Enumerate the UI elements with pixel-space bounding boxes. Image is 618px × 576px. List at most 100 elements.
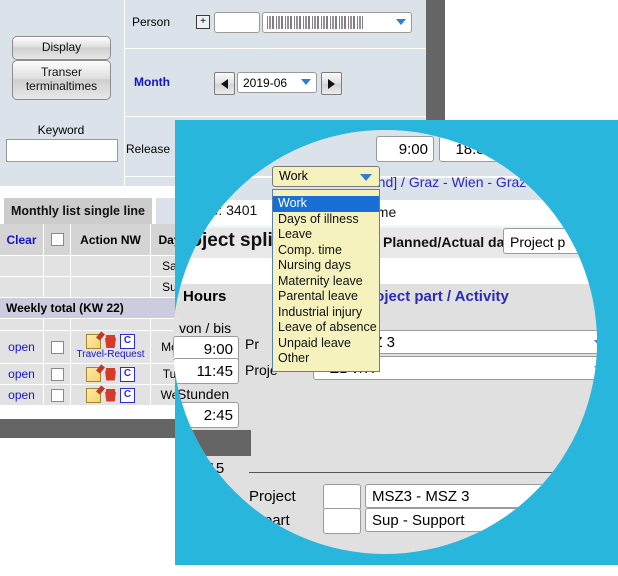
keyword-label: Keyword <box>37 123 85 137</box>
open-link[interactable]: open <box>0 331 44 364</box>
action-cell <box>71 277 151 298</box>
action-cell: C <box>71 385 151 406</box>
edit-icon[interactable] <box>86 387 101 403</box>
copy-icon[interactable]: C <box>120 387 135 403</box>
horizontal-divider-bar <box>0 419 180 438</box>
magnified-dark-divider <box>173 430 251 456</box>
magnified-stunden-input[interactable]: 2:45 <box>173 402 239 428</box>
action-column-header: Action NW <box>71 224 151 256</box>
month-next-button[interactable] <box>321 72 342 95</box>
chevron-down-icon[interactable] <box>594 366 597 373</box>
option-other[interactable]: Other <box>273 351 379 367</box>
checkbox-cell <box>44 256 71 277</box>
open-link[interactable]: open <box>0 385 44 406</box>
magnified-project-row-label: Pr <box>245 336 259 352</box>
month-previous-button[interactable] <box>214 72 235 95</box>
person-code-input[interactable] <box>214 12 260 33</box>
checkbox-icon[interactable] <box>50 388 64 402</box>
option-industrial-injury[interactable]: Industrial injury <box>273 305 379 321</box>
option-days-of-illness[interactable]: Days of illness <box>273 212 379 228</box>
magnified-project-part-value[interactable]: Sup - Support <box>365 508 597 532</box>
option-parental-leave[interactable]: Parental leave <box>273 289 379 305</box>
magnified-planned-actual-label: Planned/Actual data <box>383 234 517 250</box>
row-checkbox[interactable] <box>44 385 71 406</box>
month-select-value: 2019-06 <box>243 76 288 90</box>
tab-monthly-list-single-line[interactable]: Monthly list single line <box>4 198 152 224</box>
magnified-to-time[interactable]: 18:30 <box>439 136 499 162</box>
person-expand-icon[interactable]: + <box>196 15 210 29</box>
option-nursing-days[interactable]: Nursing days <box>273 258 379 274</box>
spacer-cell <box>0 319 44 331</box>
white-background-bottom <box>0 438 180 576</box>
option-comp-time[interactable]: Comp. time <box>273 243 379 259</box>
option-maternity-leave[interactable]: Maternity leave <box>273 274 379 290</box>
spacer-cell <box>71 319 151 331</box>
form-row-divider <box>124 48 426 49</box>
magnified-from-time[interactable]: 9:00 <box>376 136 434 162</box>
magnified-project-value[interactable]: MSZ3 - MSZ 3 <box>365 484 597 508</box>
working-type-select[interactable]: Work <box>272 166 380 187</box>
travel-request-link[interactable]: Travel-Request <box>71 349 150 360</box>
magnified-project-part-code-input[interactable] <box>323 508 361 534</box>
form-row-divider <box>124 116 426 117</box>
person-label: Person <box>131 15 170 29</box>
chevron-down-icon[interactable] <box>360 174 372 181</box>
option-unpaid-leave[interactable]: Unpaid leave <box>273 336 379 352</box>
option-leave-of-absence[interactable]: Leave of absence <box>273 320 379 336</box>
month-label: Month <box>134 75 170 89</box>
magnified-bis-input[interactable]: 11:45 <box>173 358 239 384</box>
magnified-von-bis-label: von / bis <box>179 320 232 336</box>
magnified-project-part-label: Project part <box>213 512 290 529</box>
checkbox-icon[interactable] <box>50 367 64 381</box>
checkbox-icon[interactable] <box>50 340 64 354</box>
row-checkbox[interactable] <box>44 364 71 385</box>
white-background-right <box>445 0 618 120</box>
magnified-break-time[interactable]: 1:00 <box>504 136 564 162</box>
checkbox-cell <box>44 277 71 298</box>
chevron-down-icon[interactable] <box>594 340 597 347</box>
spacer-cell <box>44 319 71 331</box>
delete-icon[interactable] <box>105 335 116 348</box>
working-type-selected-value: Work <box>279 169 308 183</box>
option-leave[interactable]: Leave <box>273 227 379 243</box>
clear-cell <box>0 277 44 298</box>
barcode-placeholder-icon <box>267 16 363 29</box>
row-checkbox[interactable] <box>44 331 71 364</box>
action-cell: C <box>71 364 151 385</box>
chevron-down-icon[interactable] <box>301 79 311 85</box>
vertical-divider-bar <box>426 0 445 124</box>
magnified-stunden-label: Stunden <box>177 386 230 402</box>
magnified-planned-actual-select[interactable]: Project p <box>503 228 597 254</box>
action-cell <box>71 256 151 277</box>
triangle-right-icon <box>328 78 335 89</box>
delete-icon[interactable] <box>105 388 116 402</box>
magnified-route-text: nland] / Graz - Wien - Graz / K <box>359 174 548 190</box>
working-type-option-list[interactable]: Work Days of illness Leave Comp. time Nu… <box>272 189 380 372</box>
magnifier-circle: 9:00 18:30 1:00 nland] / Graz - Wien - G… <box>173 130 597 554</box>
magnified-project-split-title: roject spli <box>183 230 273 251</box>
person-name-select[interactable] <box>262 12 412 33</box>
chevron-down-icon[interactable] <box>396 19 406 25</box>
copy-icon[interactable]: C <box>120 366 135 382</box>
triangle-left-icon <box>221 78 228 89</box>
option-work[interactable]: Work <box>273 196 379 212</box>
edit-icon[interactable] <box>86 334 101 349</box>
select-all-header[interactable] <box>44 224 71 256</box>
magnified-total-row <box>173 456 597 486</box>
clear-column-header[interactable]: Clear <box>0 224 44 256</box>
copy-icon[interactable]: C <box>120 334 135 349</box>
magnified-total-value: 0:15 <box>195 460 225 477</box>
checkbox-icon[interactable] <box>50 233 64 246</box>
open-link[interactable]: open <box>0 364 44 385</box>
action-cell: C Travel-Request <box>71 331 151 364</box>
edit-icon[interactable] <box>86 366 101 382</box>
display-button[interactable]: Display <box>12 36 111 60</box>
clear-cell <box>0 256 44 277</box>
delete-icon[interactable] <box>105 367 116 381</box>
transfer-terminal-times-button[interactable]: Transer terminaltimes <box>12 60 111 100</box>
release-label: Release <box>125 142 170 156</box>
magnified-project-code-input[interactable] <box>323 484 361 510</box>
month-select[interactable]: 2019-06 <box>237 72 317 93</box>
magnified-hours-header: Hours <box>183 288 227 305</box>
magnified-bis-small-label: bis <box>203 488 223 505</box>
